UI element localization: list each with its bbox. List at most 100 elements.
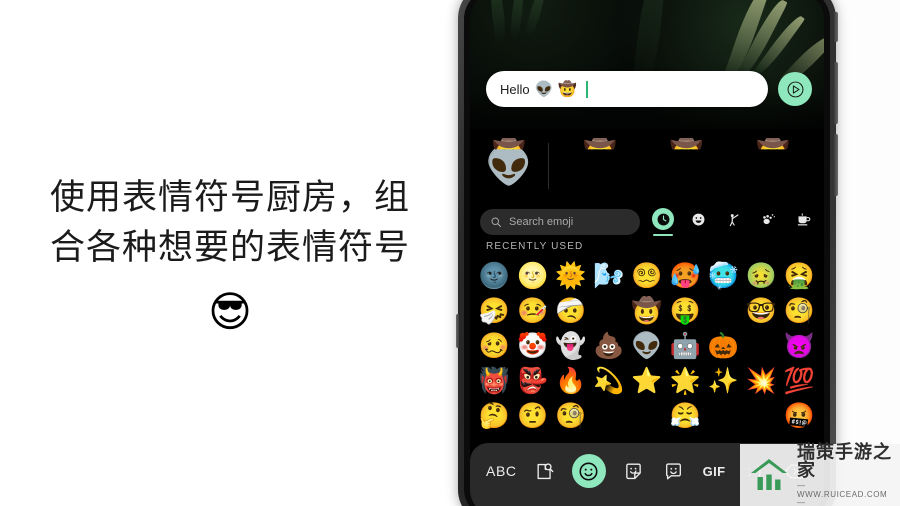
emoji-item[interactable]: 😷 [592, 295, 625, 328]
chat-input-row: Hello 👽 🤠 [486, 71, 812, 107]
emoji-item[interactable]: 💯 [783, 365, 816, 398]
emoji-item[interactable]: 😞 [631, 400, 664, 433]
phone-screen: Hello 👽 🤠 👽 🤠 😂 🤠 😘 🤠 😍 🤠 Search emoji R… [470, 0, 824, 506]
promo-headline-line-1: 使用表情符号厨房，组 [49, 178, 410, 218]
suggestion-item[interactable]: 😍 🤠 [750, 138, 796, 189]
emoji-kitchen-suggestions: 👽 🤠 😂 🤠 😘 🤠 😍 🤠 [470, 129, 824, 203]
text-caret [586, 80, 588, 98]
emoji-item[interactable]: 🤡 [516, 330, 549, 363]
emoji-item[interactable]: 🌬️ [592, 260, 625, 293]
emoji-item[interactable]: 😤 [669, 400, 702, 433]
message-emoji-alien: 👽 [534, 80, 554, 98]
suggestion-item[interactable]: 😘 🤠 [663, 138, 709, 189]
emoji-item[interactable]: 😈 [745, 330, 778, 363]
section-label-recently-used: RECENTLY USED [486, 241, 584, 252]
watermark: 瑞策手游之家 —WWW.RUICEAD.COM— [740, 441, 900, 506]
smiley-icon [691, 212, 706, 232]
kitchen-base-emoji: 👽 [485, 145, 533, 187]
emoji-item[interactable]: 🥵 [669, 260, 702, 293]
search-emoji-field[interactable]: Search emoji [480, 209, 640, 235]
emoji-item[interactable]: 💥 [745, 365, 778, 398]
emoji-item[interactable]: 🔥 [554, 365, 587, 398]
emoji-category-smileys[interactable] [687, 207, 709, 237]
emoji-item[interactable]: 🥴 [478, 330, 511, 363]
emoji-category-people[interactable] [722, 207, 744, 237]
emoji-item[interactable]: 🤠 [631, 295, 664, 328]
emoji-item[interactable]: 😠 [707, 400, 740, 433]
emoji-item[interactable]: 🤬 [783, 400, 816, 433]
watermark-title: 瑞策手游之家 [797, 441, 892, 481]
phone-side-button-volume-up[interactable] [834, 62, 838, 124]
emoji-item[interactable]: 😎 [707, 295, 740, 328]
emoji-item[interactable]: 🤔 [478, 400, 511, 433]
send-button[interactable] [778, 72, 812, 106]
abc-key[interactable]: ABC [486, 456, 517, 486]
emoji-item[interactable]: 👺 [516, 365, 549, 398]
house-logo-icon [751, 459, 787, 490]
emoji-row: 🤧 🤒 🤕 😷 🤠 🤑 😎 🤓 🧐 [478, 294, 816, 329]
emoji-row: 🥴 🤡 👻 💩 👽 🤖 🎃 😈 👿 [478, 329, 816, 364]
emoji-item[interactable]: 🌟 [669, 365, 702, 398]
emoji-item[interactable]: 💩 [592, 330, 625, 363]
message-emoji-cowboy: 🤠 [558, 80, 577, 98]
emoji-item[interactable]: 🤢 [745, 260, 778, 293]
sunglasses-emoji: 😎 [208, 287, 252, 335]
promo-headline-line-2: 合各种想要的表情符号 [49, 228, 410, 267]
emoji-key[interactable] [571, 454, 606, 488]
emoji-item[interactable]: 🤒 [516, 295, 549, 328]
watermark-url: —WWW.RUICEAD.COM— [797, 481, 888, 506]
emoji-item[interactable]: 👹 [478, 365, 511, 398]
emoji-item[interactable]: 🌞 [554, 260, 587, 293]
emoji-item[interactable]: ⭐ [631, 365, 664, 398]
leaf-decoration [487, 0, 509, 46]
emoji-item[interactable]: 🤑 [669, 295, 702, 328]
promo-panel: 使用表情符号厨房，组 合各种想要的表情符号 😎 [0, 0, 460, 506]
gif-key[interactable]: GIF [701, 456, 727, 486]
emoji-item[interactable]: ✨ [707, 365, 740, 398]
emoji-kitchen-base: 👽 🤠 [470, 138, 548, 189]
suggestion-base-emoji: 😍 [754, 145, 792, 186]
category-scroll-fade [810, 203, 824, 241]
suggestion-list: 😂 🤠 😘 🤠 😍 🤠 [549, 138, 824, 189]
leaf-decoration [524, 0, 546, 40]
emoji-item[interactable]: 🥶 [707, 260, 740, 293]
phone-side-button-power[interactable] [834, 12, 838, 42]
emoji-item[interactable]: 😡 [745, 400, 778, 433]
active-tab-underline [653, 234, 673, 236]
emoji-item[interactable]: 🤮 [783, 260, 816, 293]
emoji-item[interactable]: 🤓 [745, 295, 778, 328]
emoji-item[interactable]: 👽 [631, 330, 664, 363]
kitchen-combo-base: 👽 🤠 [485, 138, 533, 189]
emoji-item[interactable]: 🤧 [478, 295, 511, 328]
emoji-grid: 🌚 🌝 🌞 🌬️ 😵‍💫 🥵 🥶 🤢 🤮 🤧 🤒 🤕 😷 🤠 [470, 259, 824, 434]
emoji-item[interactable]: 🌝 [516, 260, 549, 293]
suggestion-item[interactable]: 😂 🤠 [577, 138, 623, 189]
emoji-item[interactable]: 🎃 [707, 330, 740, 363]
suggestion-base-emoji: 😘 [667, 145, 706, 186]
phone-side-button-left[interactable] [456, 314, 459, 348]
emoji-item[interactable]: 😳 [592, 400, 625, 433]
sticker-search-icon [537, 462, 553, 479]
emoji-item[interactable]: 🤖 [669, 330, 702, 363]
emoji-category-tabs [648, 203, 824, 241]
emoji-category-recently-used[interactable] [652, 207, 674, 237]
send-icon [787, 81, 803, 97]
emoji-item[interactable]: 👿 [783, 330, 816, 363]
smiley-icon [579, 461, 598, 481]
emoji-item[interactable]: 🧐 [783, 295, 816, 328]
emoji-sticker-key[interactable] [661, 456, 687, 486]
search-emoji-placeholder: Search emoji [509, 216, 574, 228]
emoji-item[interactable]: 💫 [592, 365, 625, 398]
emoji-sticker-icon [666, 462, 682, 479]
emoji-item[interactable]: 🧐 [554, 400, 587, 433]
emoji-item[interactable]: 😵‍💫 [631, 260, 664, 293]
sticker-search-key[interactable] [531, 456, 557, 486]
emoji-item[interactable]: 🤨 [516, 400, 549, 433]
phone-side-button-volume-down[interactable] [834, 134, 838, 196]
message-input[interactable]: Hello 👽 🤠 [486, 71, 768, 107]
emoji-item[interactable]: 🌚 [478, 260, 511, 293]
sticker-key[interactable] [620, 456, 646, 486]
emoji-item[interactable]: 🤕 [554, 295, 587, 328]
emoji-item[interactable]: 👻 [554, 330, 587, 363]
emoji-category-animals-nature[interactable] [757, 207, 779, 237]
